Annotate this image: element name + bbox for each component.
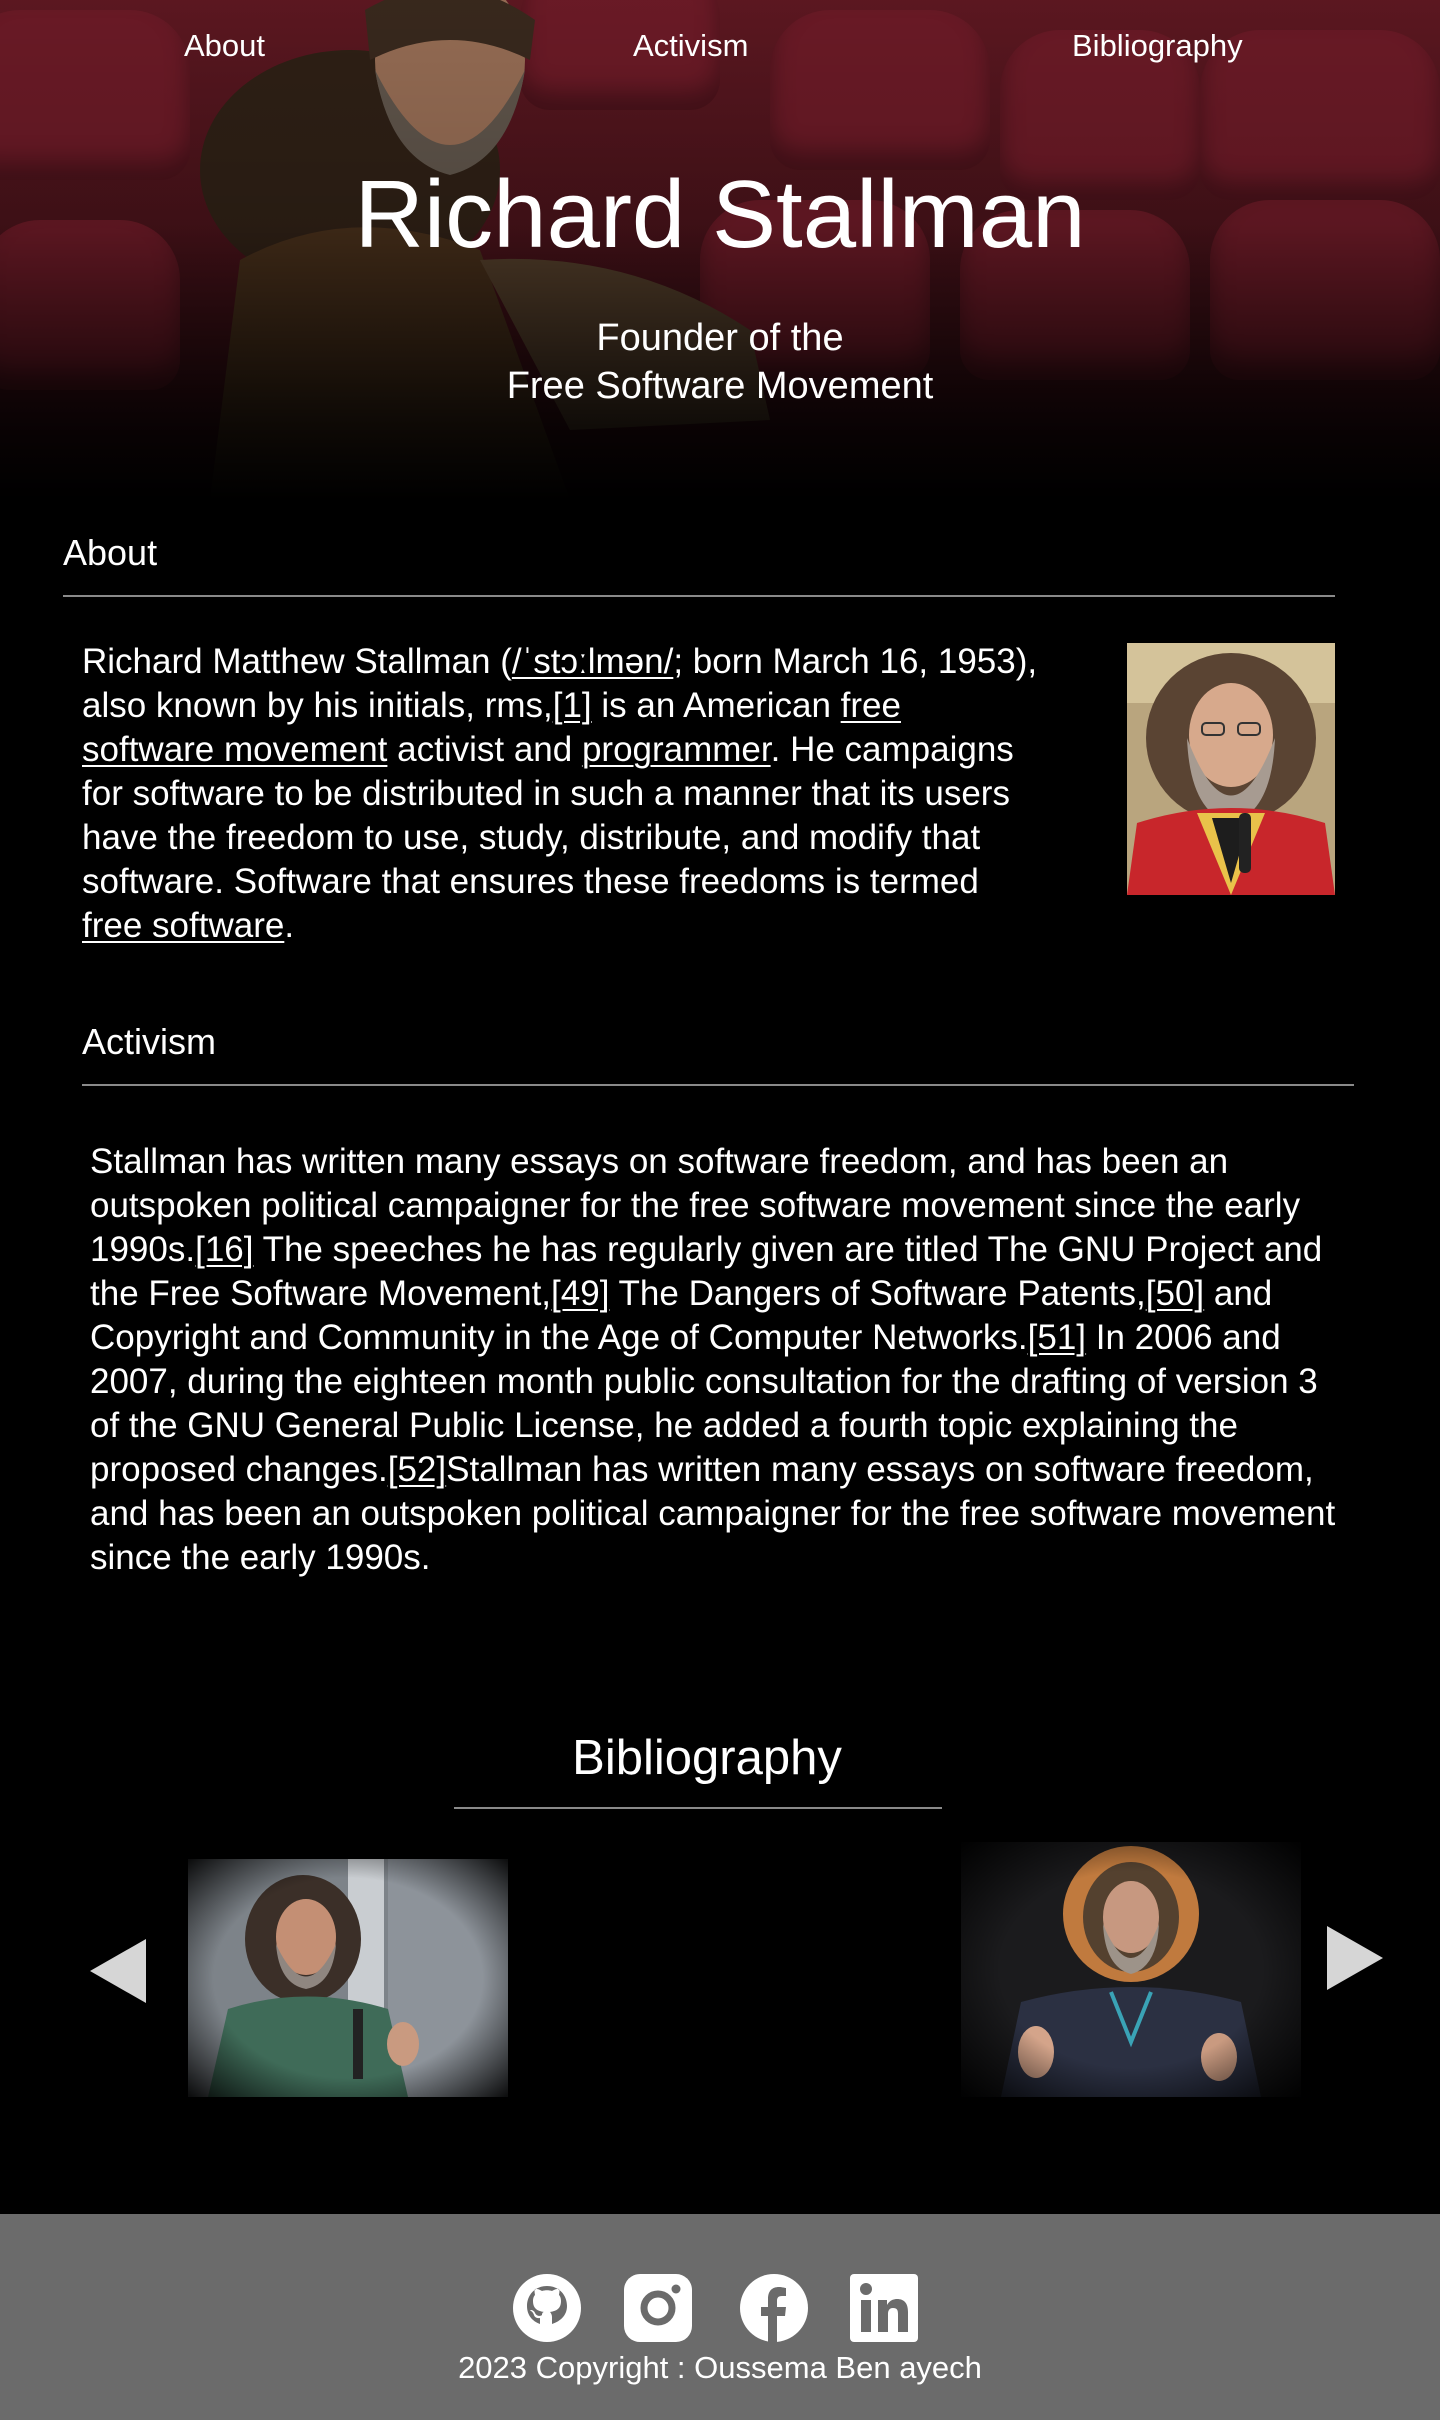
ipa-link[interactable]: /ˈstɔːlmən/ (512, 642, 673, 681)
nav-link-bibliography[interactable]: Bibliography (1072, 28, 1243, 64)
stallman-portrait-image (1127, 643, 1335, 895)
ref-link-49[interactable]: [49] (551, 1274, 609, 1313)
carousel-prev-arrow-icon[interactable] (90, 1939, 146, 2003)
footer-copyright: 2023 Copyright : Oussema Ben ayech (458, 2350, 982, 2385)
footer: 2023 Copyright : Oussema Ben ayech (0, 2214, 1440, 2420)
activism-paragraph: Stallman has written many essays on soft… (90, 1142, 1336, 1577)
ref-link-16[interactable]: [16] (195, 1230, 253, 1269)
about-divider (63, 595, 1335, 597)
programmer-link[interactable]: programmer (582, 730, 771, 769)
nav-link-about[interactable]: About (184, 28, 265, 64)
facebook-icon[interactable] (740, 2274, 808, 2342)
ref-link-50[interactable]: [50] (1146, 1274, 1204, 1313)
nav-link-activism[interactable]: Activism (633, 28, 748, 64)
hero-banner: About Activism Bibliography Richard Stal… (0, 0, 1440, 500)
hero-subtitle-line-2: Free Software Movement (506, 365, 934, 407)
bibliography-divider (454, 1807, 942, 1809)
hero-subtitle-line-1: Founder of the (596, 317, 844, 359)
linkedin-icon[interactable] (850, 2274, 918, 2342)
carousel-slide-photo-2 (961, 1842, 1301, 2097)
github-icon[interactable] (513, 2274, 581, 2342)
free-software-link[interactable]: free software (82, 906, 284, 945)
bibliography-heading: Bibliography (572, 1731, 842, 1785)
instagram-icon[interactable] (624, 2274, 692, 2342)
about-paragraph: Richard Matthew Stallman (/ˈstɔːlmən/; b… (82, 642, 1038, 945)
ref-link-52[interactable]: [52] (388, 1450, 446, 1489)
carousel-slide-photo-1 (188, 1859, 508, 2097)
top-nav: About Activism Bibliography (0, 28, 1440, 72)
about-heading: About (63, 532, 158, 573)
activism-divider (82, 1084, 1354, 1086)
page-title: Richard Stallman (354, 161, 1086, 268)
activism-heading: Activism (82, 1021, 216, 1062)
hero-subtitle: Founder of the Free Software Movement (0, 314, 1440, 410)
ref-link-1[interactable]: [1] (553, 686, 592, 725)
ref-link-51[interactable]: [51] (1028, 1318, 1086, 1357)
carousel-next-arrow-icon[interactable] (1327, 1926, 1383, 1990)
